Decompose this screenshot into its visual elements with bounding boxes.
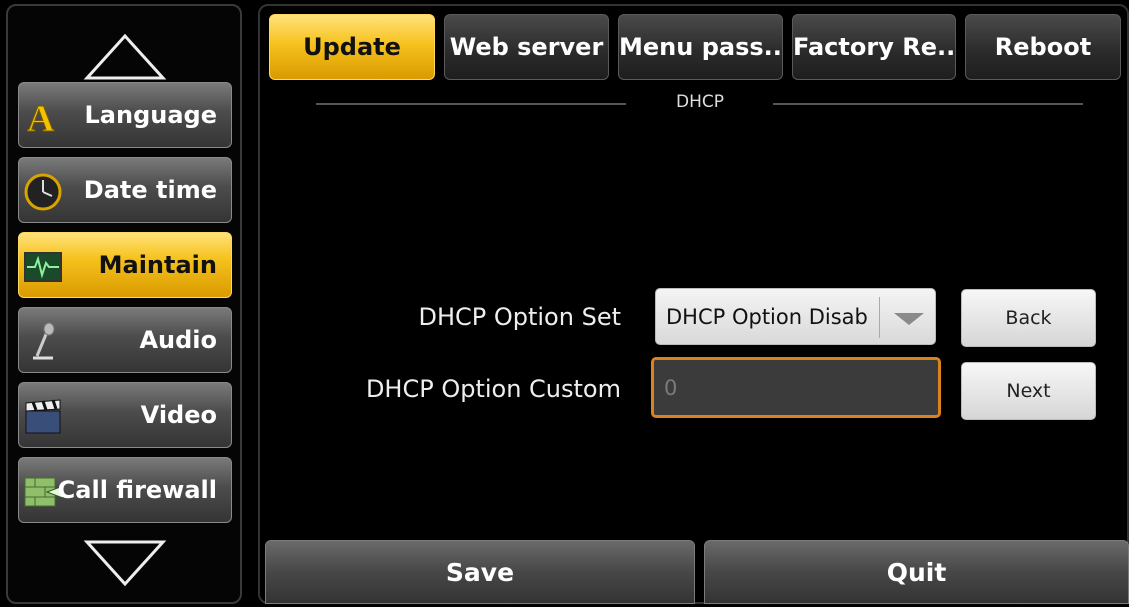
option-set-value: DHCP Option Disab (666, 305, 868, 329)
tab-factory-reset[interactable]: Factory Re... (792, 14, 956, 80)
sidebar-item-label: Video (140, 401, 217, 429)
section-title: DHCP (676, 92, 724, 112)
sidebar-item-video[interactable]: Video (18, 382, 232, 448)
section-divider-left (316, 103, 626, 105)
sidebar-item-label: Language (84, 101, 218, 129)
option-set-label: DHCP Option Set (418, 303, 621, 331)
sidebar-item-date-time[interactable]: Date time (18, 157, 232, 223)
sidebar: A Language Date time Maintain Audio Vide… (6, 4, 242, 604)
tab-update[interactable]: Update (269, 14, 435, 80)
sidebar-item-label: Call firewall (57, 476, 217, 504)
dropdown-divider (879, 297, 880, 338)
quit-button[interactable]: Quit (704, 540, 1129, 604)
sidebar-item-audio[interactable]: Audio (18, 307, 232, 373)
sidebar-item-language[interactable]: A Language (18, 82, 232, 148)
monitor-pulse-icon (24, 252, 62, 282)
scroll-up-arrow-icon[interactable] (83, 32, 167, 82)
letter-a-icon: A (27, 98, 56, 138)
tab-menu-password[interactable]: Menu pass... (618, 14, 783, 80)
section-divider-right (773, 103, 1083, 105)
next-button[interactable]: Next (961, 362, 1096, 420)
microphone-icon (33, 322, 55, 360)
sidebar-item-label: Audio (139, 326, 217, 354)
tab-reboot[interactable]: Reboot (965, 14, 1121, 80)
chevron-down-icon[interactable] (892, 311, 926, 327)
save-button[interactable]: Save (265, 540, 695, 604)
option-set-dropdown[interactable]: DHCP Option Disab (655, 288, 936, 345)
clapperboard-icon (25, 399, 61, 434)
scroll-down-arrow-icon[interactable] (83, 538, 167, 588)
sidebar-item-label: Date time (83, 176, 217, 204)
sidebar-item-maintain[interactable]: Maintain (18, 232, 232, 298)
back-button[interactable]: Back (961, 289, 1096, 347)
option-custom-label: DHCP Option Custom (365, 375, 621, 403)
sidebar-item-call-firewall[interactable]: Call firewall (18, 457, 232, 523)
clock-icon (24, 173, 62, 211)
option-custom-input[interactable] (651, 357, 941, 418)
sidebar-item-label: Maintain (98, 251, 217, 279)
tab-web-server[interactable]: Web server (444, 14, 609, 80)
svg-text:A: A (27, 98, 55, 137)
